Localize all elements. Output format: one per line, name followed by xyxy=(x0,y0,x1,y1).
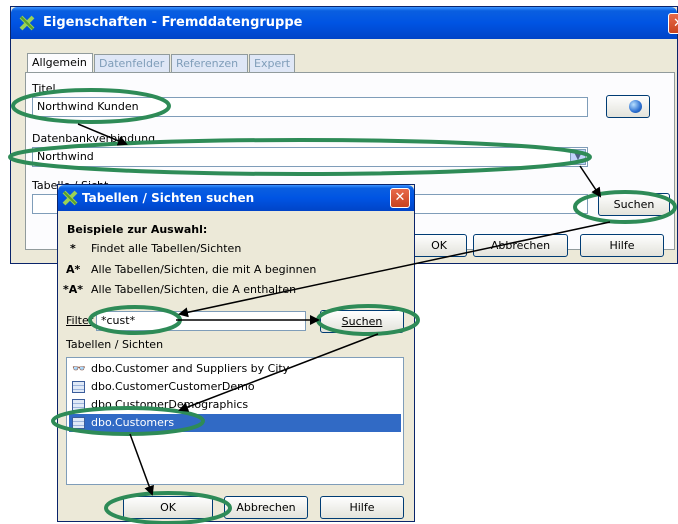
list-item[interactable]: 👓 dbo.Customer and Suppliers by City xyxy=(69,360,401,378)
globe-button[interactable] xyxy=(606,95,650,118)
filter-suchen-button[interactable]: Suchen xyxy=(320,310,404,333)
tab-expert[interactable]: Expert xyxy=(249,54,295,72)
db-connection-label: Datenbankverbindung xyxy=(32,132,156,145)
example-symbol: * xyxy=(70,242,76,255)
table-icon xyxy=(72,417,85,429)
tab-datenfelder[interactable]: Datenfelder xyxy=(94,54,170,72)
suchen-button[interactable]: Suchen xyxy=(598,193,670,216)
filter-label: Filter xyxy=(66,314,94,327)
list-item-label: dbo.CustomerCustomerDemo xyxy=(91,380,255,393)
app-icon xyxy=(19,15,35,31)
tab-allgemein[interactable]: Allgemein xyxy=(27,53,93,73)
list-item[interactable]: dbo.CustomerDemographics xyxy=(69,396,401,414)
search-titlebar[interactable]: Tabellen / Sichten suchen ✕ xyxy=(58,185,414,211)
ok-button[interactable]: OK xyxy=(411,234,467,257)
properties-titlebar[interactable]: Eigenschaften - Fremddatengruppe ✕ xyxy=(11,7,678,39)
chevron-down-icon[interactable]: ▼ xyxy=(570,149,586,165)
list-item-selected[interactable]: dbo.Customers xyxy=(69,414,401,432)
table-icon xyxy=(72,399,85,411)
list-item-label: dbo.CustomerDemographics xyxy=(91,398,249,411)
list-item[interactable]: dbo.CustomerCustomerDemo xyxy=(69,378,401,396)
list-item-label: dbo.Customer and Suppliers by City xyxy=(91,362,290,375)
close-icon[interactable]: ✕ xyxy=(668,13,678,34)
search-dialog: Tabellen / Sichten suchen ✕ Beispiele zu… xyxy=(57,184,415,522)
example-text: Alle Tabellen/Sichten, die A enthalten xyxy=(91,283,297,296)
example-symbol: *A* xyxy=(63,283,84,296)
titel-label: Titel xyxy=(32,82,56,95)
search-abbrechen-button[interactable]: Abbrechen xyxy=(224,496,308,519)
tables-listbox[interactable]: 👓 dbo.Customer and Suppliers by City dbo… xyxy=(66,357,404,485)
search-title: Tabellen / Sichten suchen xyxy=(82,191,255,205)
db-connection-value: Northwind xyxy=(37,150,94,163)
close-icon[interactable]: ✕ xyxy=(390,188,410,208)
example-text: Alle Tabellen/Sichten, die mit A beginne… xyxy=(91,263,317,276)
examples-heading: Beispiele zur Auswahl: xyxy=(67,223,208,236)
example-symbol: A* xyxy=(66,263,81,276)
list-label: Tabellen / Sichten xyxy=(66,338,164,351)
db-connection-select[interactable]: Northwind ▼ xyxy=(32,147,588,167)
hilfe-button[interactable]: Hilfe xyxy=(580,234,664,257)
list-item-label: dbo.Customers xyxy=(91,416,175,429)
view-icon: 👓 xyxy=(72,362,86,375)
filter-input[interactable]: *cust* xyxy=(96,311,306,331)
example-text: Findet alle Tabellen/Sichten xyxy=(91,242,242,255)
app-icon xyxy=(62,190,78,206)
search-ok-button[interactable]: OK xyxy=(123,496,213,519)
globe-icon xyxy=(629,100,642,113)
titel-input[interactable]: Northwind Kunden xyxy=(32,97,588,117)
properties-title: Eigenschaften - Fremddatengruppe xyxy=(43,15,303,30)
abbrechen-button[interactable]: Abbrechen xyxy=(473,234,568,257)
tab-referenzen[interactable]: Referenzen xyxy=(171,54,248,72)
search-hilfe-button[interactable]: Hilfe xyxy=(320,496,404,519)
table-icon xyxy=(72,381,85,393)
